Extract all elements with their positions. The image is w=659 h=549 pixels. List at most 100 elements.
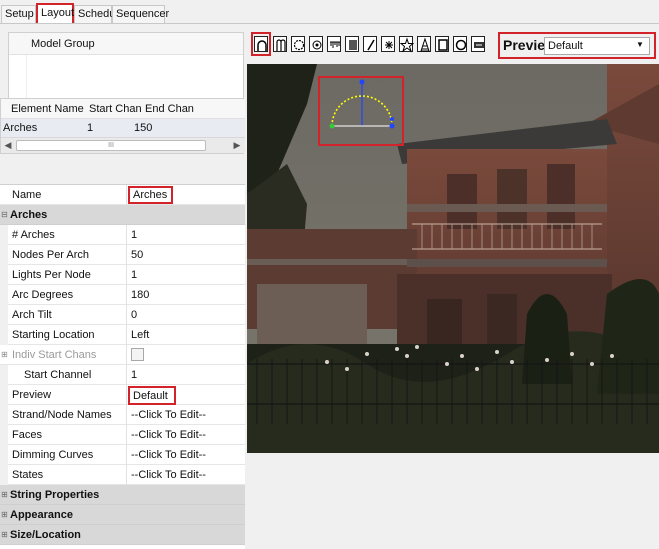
column-element-name[interactable]: Element Name [11,103,84,115]
column-start-chan[interactable]: Start Chan [89,103,142,115]
row-element-name: Arches [3,122,38,134]
prop-row[interactable]: Arc Degrees 180 [0,285,245,305]
prop-value[interactable]: 1 [131,229,137,241]
prop-label: States [12,469,44,481]
single-line-icon[interactable] [363,36,377,52]
prop-value[interactable]: 50 [131,249,143,261]
prop-gutter [0,365,8,385]
prop-indiv-start-chans[interactable]: ⊞ Indiv Start Chans [0,345,245,365]
collapse-icon[interactable]: ⊟ [1,210,8,219]
table-row[interactable]: Arches 1 150 [1,119,245,137]
prop-value[interactable]: --Click To Edit-- [131,449,206,461]
row-end-chan: 150 [134,122,153,134]
column-end-chan[interactable]: End Chan [145,103,194,115]
prop-row[interactable]: Dimming Curves --Click To Edit-- [0,445,245,465]
scroll-thumb[interactable]: III [16,140,206,151]
expand-icon[interactable]: ⊞ [1,350,8,359]
prop-gutter [0,225,8,245]
row-start-chan: 1 [87,122,94,134]
chevron-down-icon[interactable]: ▼ [636,40,644,49]
category-label: Size/Location [10,529,81,541]
prop-row[interactable]: States --Click To Edit-- [0,465,245,485]
tab-setup[interactable]: Setup [1,5,36,23]
window-frame-icon[interactable] [435,36,449,52]
prop-value[interactable]: 1 [131,269,137,281]
tab-schedule[interactable]: Schedule [74,5,124,23]
category-label: Arches [10,209,48,221]
expand-icon[interactable]: ⊞ [1,490,8,499]
property-grid: Name Arches ⊟ Arches # Arches 1 Nodes Pe… [0,184,245,549]
prop-value[interactable]: --Click To Edit-- [131,409,206,421]
prop-label: Indiv Start Chans [12,349,97,361]
prop-label: Arc Degrees [12,289,74,301]
category-appearance[interactable]: ⊞ Appearance [0,505,245,525]
model-toolbar: Preview: Default ▼ [247,24,659,64]
prop-row[interactable]: Starting Location Left [0,325,245,345]
arch-model-icon[interactable] [318,76,404,146]
prop-value[interactable]: 180 [131,289,149,301]
prop-separator [126,225,127,245]
category-arches[interactable]: ⊟ Arches [0,205,245,225]
prop-value[interactable]: Left [131,329,149,341]
prop-row[interactable]: Faces --Click To Edit-- [0,425,245,445]
expand-icon[interactable]: ⊞ [1,510,8,519]
prop-separator [126,465,127,485]
candy-cane-icon[interactable] [273,36,287,52]
matrix-icon[interactable] [345,36,359,52]
prop-gutter [0,305,8,325]
prop-label: Starting Location [12,329,95,341]
prop-separator [126,365,127,385]
prop-value[interactable]: 0 [131,309,137,321]
prop-label: Strand/Node Names [12,409,112,421]
prop-label: Faces [12,429,42,441]
indiv-start-chans-checkbox[interactable] [131,348,144,361]
prop-row[interactable]: Lights Per Node 1 [0,265,245,285]
prop-value[interactable]: --Click To Edit-- [131,429,206,441]
left-panel: Model Group Element Name Start Chan End … [0,24,245,549]
preview-value-field[interactable]: Default [128,386,176,405]
prop-separator [126,285,127,305]
expand-icon[interactable]: ⊞ [1,530,8,539]
image-icon[interactable] [471,36,485,52]
star-icon[interactable] [399,36,414,53]
wreath-icon[interactable] [453,36,467,52]
tree-icon[interactable] [417,36,431,52]
prop-value[interactable]: 1 [131,369,137,381]
name-value-field[interactable]: Arches [128,186,173,204]
prop-label: Name [12,189,42,201]
element-table-header: Element Name Start Chan End Chan [1,99,245,119]
preview-dropdown-value: Default [548,40,583,52]
prop-separator [126,325,127,345]
house-background-image[interactable] [247,64,659,453]
dmx-icon[interactable] [309,36,323,52]
horizontal-scrollbar[interactable]: ◀ III ▶ [1,137,245,153]
tab-bar: Setup Layout Schedule Sequencer [0,0,659,24]
prop-row[interactable]: Arch Tilt 0 [0,305,245,325]
category-size-location[interactable]: ⊞ Size/Location [0,525,245,545]
prop-separator [126,405,127,425]
element-table[interactable]: Element Name Start Chan End Chan Arches … [0,98,245,154]
prop-row[interactable]: # Arches 1 [0,225,245,245]
prop-gutter [0,425,8,445]
prop-start-channel[interactable]: Start Channel 1 [0,365,245,385]
preview-dropdown[interactable]: Default ▼ [544,37,650,55]
prop-name[interactable]: Name Arches [0,185,245,205]
poly-line-icon[interactable] [381,36,395,52]
prop-value[interactable]: --Click To Edit-- [131,469,206,481]
prop-gutter [0,285,8,305]
tab-layout[interactable]: Layout [36,3,74,24]
prop-row[interactable]: Nodes Per Arch 50 [0,245,245,265]
prop-preview[interactable]: Preview Default [0,385,245,405]
model-group-header[interactable]: Model Group [9,33,243,55]
category-string-properties[interactable]: ⊞ String Properties [0,485,245,505]
prop-row[interactable]: Strand/Node Names --Click To Edit-- [0,405,245,425]
prop-label: Preview [12,389,52,401]
icicles-icon[interactable] [327,36,341,52]
tab-sequencer[interactable]: Sequencer [112,5,169,23]
scroll-left-icon[interactable]: ◀ [1,138,15,153]
circle-icon[interactable] [291,36,305,52]
prop-gutter [0,325,8,345]
scroll-right-icon[interactable]: ▶ [230,138,244,153]
arch-icon[interactable] [254,36,268,52]
prop-label: Dimming Curves [12,449,94,461]
